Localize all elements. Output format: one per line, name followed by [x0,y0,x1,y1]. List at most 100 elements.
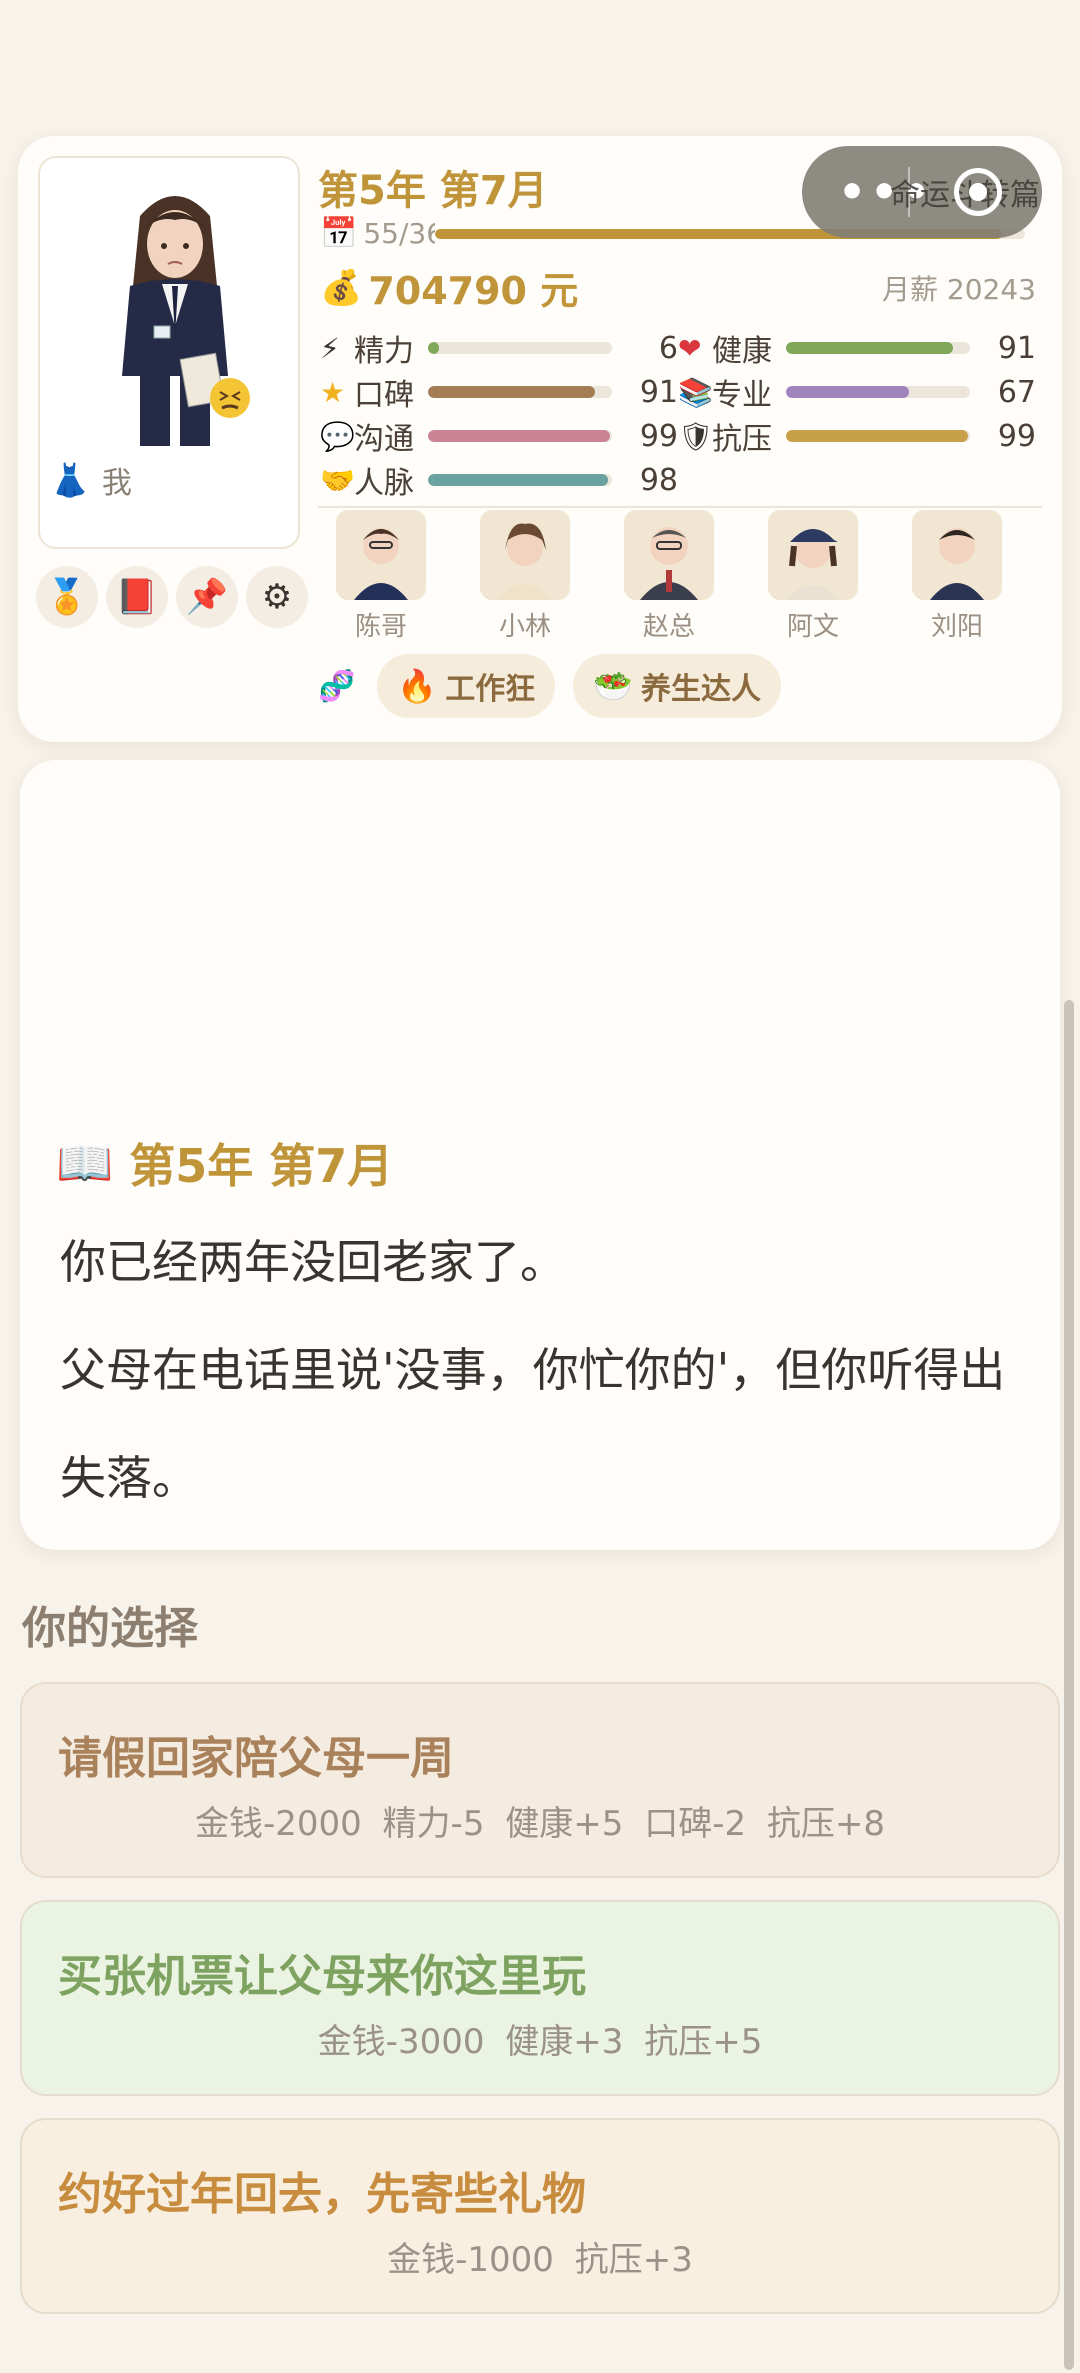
stat-value: 99 [639,418,678,454]
close-miniprogram-icon[interactable] [954,168,1002,216]
divider [318,506,1042,508]
quick-actions: 🏅 📕 📌 ⚙ [36,566,308,628]
npc-name: 陈哥 [354,612,407,642]
npc-avatar [624,510,714,600]
player-name-row: 👗 我 [50,458,132,502]
star-icon: ★ [320,375,346,409]
story-paragraph: 父母在电话里说'没事，你忙你的'，但你听得出失落。 [60,1343,1006,1505]
pushpin-icon: 📌 [185,577,229,617]
stat-bar [428,342,612,354]
choice-effects: 金钱-2000 精力-5 健康+5 口碑-2 抗压+8 [194,1804,886,1844]
trait-tag-workaholic[interactable]: 🔥 工作狂 [377,654,556,718]
stat-value: 67 [997,374,1036,410]
stat-health: ❤ 健康 91 [678,328,1036,370]
medal-icon: 🏅 [45,577,89,617]
money-bag-icon: 💰 [320,267,363,308]
dna-icon: 🧬 [318,668,356,704]
stat-value: 91 [997,330,1036,366]
trait-tags: 🧬 🔥 工作狂 🥗 养生达人 [318,654,782,718]
stat-bar [786,430,970,442]
stat-label: 专业 [712,378,772,413]
achievements-button[interactable]: 🏅 [36,566,98,628]
npc-zhao-zong[interactable]: 赵总 [624,510,714,643]
money-row: 💰 704790 元 [320,260,578,315]
journal-button[interactable]: 📕 [106,566,168,628]
game-date-title: 第5年 第7月 [318,168,548,214]
miniprogram-capsule[interactable]: ••• 命运斗转篇 [802,146,1042,238]
stat-bar [428,474,612,486]
npc-name: 小林 [498,612,551,642]
stat-bar-fill [428,430,611,442]
npc-avatar [336,510,426,600]
choice-option-invite-parents[interactable]: 买张机票让父母来你这里玩 金钱-3000 健康+3 抗压+5 [20,1900,1060,2096]
speech-bubble-icon: 💬 [320,419,355,453]
stat-bar-fill [428,386,596,398]
calendar-icon: 📅 [320,216,358,251]
choice-title: 请假回家陪父母一周 [58,1733,454,1784]
stat-communication: 💬 沟通 99 [320,416,678,458]
player-name: 我 [101,466,132,501]
trait-label: 养生达人 [641,672,762,707]
stat-value: 98 [639,462,678,498]
stat-energy: ⚡ 精力 6 [320,328,678,370]
choice-effects: 金钱-1000 抗压+3 [387,2240,693,2280]
scrollbar[interactable] [1064,1000,1074,2370]
stat-value: 6 [658,330,678,366]
npc-name: 赵总 [642,612,695,642]
stat-label: 沟通 [354,422,414,457]
player-avatar-illustration [122,196,250,446]
npc-xiao-lin[interactable]: 小林 [480,510,570,643]
story-header: 📖 第5年 第7月 [56,1130,393,1196]
heart-icon: ❤ [678,331,702,365]
player-portrait[interactable]: 👗 我 [38,156,300,549]
handshake-icon: 🤝 [320,463,355,497]
choices-heading: 你的选择 [22,1603,198,1654]
stat-bar [428,430,612,442]
pin-button[interactable]: 📌 [176,566,238,628]
stat-bar [786,386,970,398]
choice-option-visit-parents[interactable]: 请假回家陪父母一周 金钱-2000 精力-5 健康+5 口碑-2 抗压+8 [20,1682,1060,1878]
story-card: 📖 第5年 第7月 你已经两年没回老家了。 父母在电话里说'没事，你忙你的'，但… [20,760,1060,1550]
stat-bar [786,342,970,354]
npc-avatar [768,510,858,600]
npc-avatar [480,510,570,600]
choice-option-send-gifts[interactable]: 约好过年回去，先寄些礼物 金钱-1000 抗压+3 [20,2118,1060,2314]
stat-bar-fill [428,474,609,486]
salad-icon: 🥗 [593,667,634,705]
stat-label: 健康 [712,334,772,369]
trait-label: 工作狂 [445,672,536,707]
npc-name: 刘阳 [930,612,983,642]
stat-label: 口碑 [354,378,414,413]
stat-value: 91 [639,374,678,410]
stat-bar [428,386,612,398]
book-icon: 📕 [115,577,159,617]
npc-a-wen[interactable]: 阿文 [768,510,858,643]
choice-title: 买张机票让父母来你这里玩 [58,1951,586,2002]
month-progress-text: 55/36 [363,217,436,250]
npc-list: 陈哥 小林 赵总 阿文 刘阳 [336,510,1002,643]
story-title: 第5年 第7月 [129,1139,394,1193]
stat-label: 抗压 [712,422,772,457]
choice-effects: 金钱-3000 健康+3 抗压+5 [317,2022,763,2062]
stat-reputation: ★ 口碑 91 [320,372,678,414]
stat-stress-resistance: 🛡 抗压 99 [678,416,1036,458]
npc-name: 阿文 [786,612,839,642]
stat-bar-fill [786,430,969,442]
lightning-icon: ⚡ [320,331,340,365]
books-icon: 📚 [678,375,713,409]
npc-avatar [912,510,1002,600]
fire-icon: 🔥 [397,667,438,705]
monthly-salary: 月薪 20243 [882,273,1036,306]
dress-icon: 👗 [50,461,90,499]
trait-tag-health-enthusiast[interactable]: 🥗 养生达人 [573,654,782,718]
settings-button[interactable]: ⚙ [246,566,308,628]
stat-label: 人脉 [354,466,414,501]
choice-title: 约好过年回去，先寄些礼物 [58,2169,586,2220]
stat-value: 99 [997,418,1036,454]
stat-network: 🤝 人脉 98 [320,460,678,502]
stat-bar-fill [428,342,440,354]
gear-icon: ⚙ [261,577,293,617]
npc-chen-ge[interactable]: 陈哥 [336,510,426,643]
npc-liu-yang[interactable]: 刘阳 [912,510,1002,643]
story-paragraph: 你已经两年没回老家了。 [60,1235,566,1289]
